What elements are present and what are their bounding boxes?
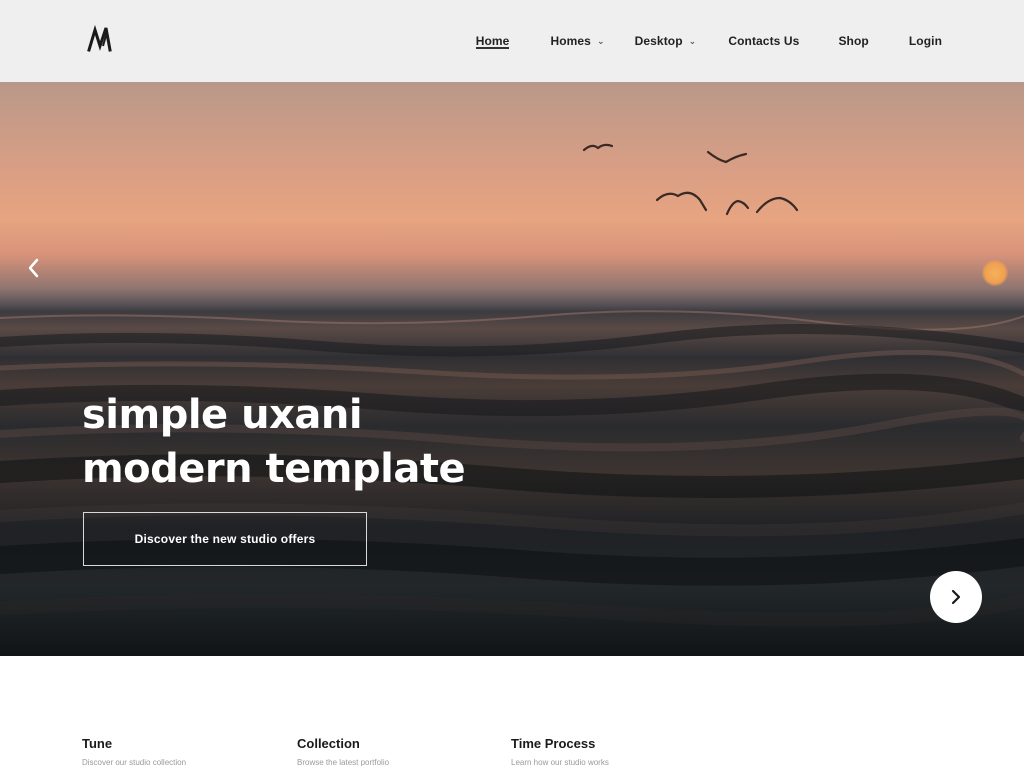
nav-desktop[interactable]: Desktop ⌄ — [635, 0, 697, 82]
hero-cta-button[interactable]: Discover the new studio offers — [83, 512, 367, 566]
chevron-right-icon — [951, 589, 961, 605]
feature-subtitle: Learn how our studio works — [511, 758, 609, 766]
feature-column: Tune Discover our studio collection — [82, 736, 262, 766]
feature-subtitle: Browse the latest portfolio — [297, 758, 390, 766]
nav-contacts-label: Contacts Us — [728, 34, 800, 48]
nav-shop-label: Shop — [838, 34, 869, 48]
nav-homes[interactable]: Homes ⌄ — [550, 0, 604, 82]
site-header: Home Homes ⌄ Desktop ⌄ Contacts Us Shop … — [0, 0, 1024, 82]
features-section: Tune Discover our studio collection Coll… — [0, 656, 1024, 766]
feature-column: Time Process Learn how our studio works — [511, 736, 711, 766]
logo-icon[interactable] — [86, 24, 116, 54]
hero-title: simple uxani modern template — [82, 388, 466, 496]
slider-prev-button[interactable] — [26, 257, 44, 279]
birds-image — [582, 143, 799, 216]
hero-title-line-2: modern template — [82, 446, 466, 492]
chevron-down-icon: ⌄ — [688, 35, 697, 46]
hero-title-line-1: simple uxani — [82, 392, 363, 438]
nav-shop[interactable]: Shop — [838, 0, 868, 82]
feature-title: Collection — [297, 736, 360, 751]
feature-title: Time Process — [511, 736, 596, 751]
nav-contacts[interactable]: Contacts Us — [728, 0, 799, 82]
feature-column: Collection Browse the latest portfolio — [297, 736, 477, 766]
hero-slider: simple uxani modern template Discover th… — [0, 82, 1024, 656]
nav-home[interactable]: Home — [475, 0, 510, 82]
chevron-left-icon — [28, 258, 39, 278]
feature-subtitle: Discover our studio collection — [82, 758, 187, 766]
feature-title: Tune — [82, 736, 113, 751]
main-nav: Home Homes ⌄ Desktop ⌄ Contacts Us Shop … — [475, 0, 942, 82]
nav-login[interactable]: Login — [909, 0, 942, 82]
chevron-down-icon: ⌄ — [596, 35, 605, 46]
nav-home-label: Home — [475, 34, 510, 48]
slider-next-button[interactable] — [930, 571, 982, 623]
nav-homes-label: Homes — [550, 34, 591, 48]
nav-desktop-label: Desktop — [634, 34, 683, 48]
nav-login-label: Login — [908, 34, 942, 48]
